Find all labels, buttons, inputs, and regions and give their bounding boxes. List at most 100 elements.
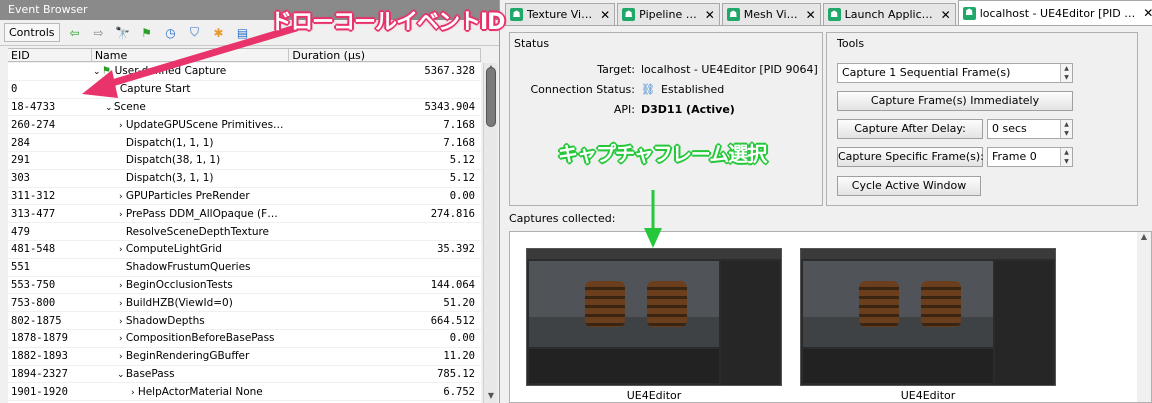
filter-icon[interactable]: ⛉	[186, 25, 204, 41]
row-name-text: BasePass	[125, 367, 175, 380]
export-icon[interactable]: ▤	[234, 25, 252, 41]
row-name: Dispatch(38, 1, 1)	[92, 154, 290, 166]
row-name-text: BeginRenderingGBuffer	[125, 350, 250, 363]
capture-mode-select[interactable]: Capture 1 Sequential Frame(s) ▲ ▼	[837, 63, 1073, 83]
expand-icon[interactable]: ›	[116, 317, 126, 327]
timer-icon[interactable]: ◷	[162, 25, 180, 41]
row-name-text: Dispatch(3, 1, 1)	[125, 172, 214, 185]
row-name: › BuildHZB(ViewId=0)	[92, 297, 290, 309]
table-row[interactable]: 284 Dispatch(1, 1, 1) 7.168	[8, 134, 481, 152]
capture-after-delay-button[interactable]: Capture After Delay:	[837, 119, 983, 139]
row-name: › PrePass DDM_AllOpaque (F…	[92, 208, 290, 220]
tab-label: Launch Applic…	[844, 8, 933, 21]
table-row[interactable]: 479 ResolveSceneDepthTexture	[8, 223, 481, 241]
renderdoc-tab-icon: ☗	[726, 8, 740, 21]
table-row[interactable]: 753-800 › BuildHZB(ViewId=0) 51.20	[8, 294, 481, 313]
table-row[interactable]: ⌄⚑ User-defined Capture 5367.328	[8, 63, 481, 81]
spin-icon[interactable]: ▲ ▼	[1060, 64, 1072, 82]
capture-immediately-button[interactable]: Capture Frame(s) Immediately	[837, 91, 1073, 111]
row-name-text: Capture Start	[119, 83, 191, 96]
frame-value: Frame 0	[992, 150, 1037, 163]
table-row[interactable]: 260-274 › UpdateGPUScene Primitives… 7.168	[8, 116, 481, 135]
expand-icon[interactable]: ›	[116, 121, 126, 131]
expand-icon[interactable]: ›	[116, 245, 126, 255]
row-duration: 35.392	[437, 243, 475, 256]
row-eid: 1894-2327	[11, 367, 68, 380]
captures-scrollbar[interactable]: ▲	[1137, 232, 1151, 402]
expand-icon[interactable]: ›	[116, 281, 126, 291]
row-name: › BeginRenderingGBuffer	[92, 350, 290, 362]
captures-collected-label: Captures collected:	[509, 212, 616, 225]
event-scrollbar[interactable]: ▲ ▼	[483, 63, 497, 403]
close-icon[interactable]: ✕	[806, 8, 816, 22]
table-row[interactable]: 291 Dispatch(38, 1, 1) 5.12	[8, 152, 481, 170]
expand-icon[interactable]: ⌄	[92, 67, 102, 77]
table-row[interactable]: 303 Dispatch(3, 1, 1) 5.12	[8, 170, 481, 188]
tab-4[interactable]: ☗ localhost - UE4Editor [PID … ✕	[957, 0, 1152, 25]
table-row[interactable]: 311-312 › GPUParticles PreRender 0.00	[8, 188, 481, 206]
row-name: › ShadowDepths	[92, 315, 290, 327]
bookmark-flag-icon[interactable]: ⚑	[138, 25, 156, 41]
scroll-up-icon[interactable]: ▲	[1137, 232, 1151, 241]
row-eid: 291	[11, 154, 30, 167]
capture-specific-frame-button[interactable]: Capture Specific Frame(s):	[837, 147, 984, 167]
column-eid[interactable]: EID	[8, 49, 92, 62]
flag-icon: ⚑	[101, 65, 112, 78]
arrow-right-icon[interactable]: ⇨	[90, 25, 108, 41]
tab-3[interactable]: ☗ Launch Applic… ✕	[822, 3, 956, 25]
column-duration[interactable]: Duration (µs)	[289, 49, 481, 62]
expand-icon[interactable]: ›	[116, 299, 126, 309]
scrollbar-thumb[interactable]	[486, 67, 496, 127]
table-row[interactable]: 551 ShadowFrustumQueries	[8, 259, 481, 277]
cycle-active-window-button[interactable]: Cycle Active Window	[837, 176, 981, 196]
table-row[interactable]: 313-477 › PrePass DDM_AllOpaque (F… 274.816	[8, 205, 481, 224]
table-row[interactable]: 1894-2327 ⌄BasePass 785.12	[8, 366, 481, 384]
table-row[interactable]: 1901-1920 › HelpActorMaterial None 6.752	[8, 383, 481, 402]
expand-icon[interactable]: ›	[116, 334, 126, 344]
event-table-body: ⌄⚑ User-defined Capture 5367.328 0 Capture …	[8, 63, 481, 403]
table-row[interactable]: 481-548 › ComputeLightGrid 35.392	[8, 241, 481, 259]
table-row[interactable]: 18-4733 ⌄Scene 5343.904	[8, 99, 481, 117]
delay-input[interactable]: 0 secs ▲ ▼	[987, 119, 1073, 139]
tab-1[interactable]: ☗ Pipeline … ✕	[617, 3, 720, 25]
expand-icon[interactable]: ›	[116, 210, 126, 220]
expand-icon[interactable]: ⌄	[116, 370, 126, 380]
row-name-text: ShadowDepths	[125, 314, 205, 327]
table-row[interactable]: 1878-1879 › CompositionBeforeBasePass 0.00	[8, 330, 481, 348]
expand-icon[interactable]: ›	[128, 388, 138, 398]
row-duration: 0.00	[449, 189, 475, 202]
row-name-text: User-defined Capture	[114, 65, 227, 78]
close-icon[interactable]: ✕	[941, 8, 951, 22]
expand-icon[interactable]: ›	[116, 192, 126, 202]
row-eid: 260-274	[11, 118, 56, 131]
expand-icon[interactable]: ›	[116, 352, 126, 362]
table-row[interactable]: 0 Capture Start	[8, 81, 481, 99]
row-name-text: UpdateGPUScene Primitives…	[125, 118, 284, 131]
table-row[interactable]: 553-750 › BeginOcclusionTests 144.064	[8, 277, 481, 295]
spin-icon[interactable]: ▲ ▼	[1060, 148, 1072, 166]
column-name[interactable]: Name	[92, 49, 290, 62]
target-label: Target:	[597, 63, 635, 76]
tab-2[interactable]: ☗ Mesh Vi… ✕	[721, 3, 821, 25]
scroll-down-icon[interactable]: ▼	[484, 391, 498, 403]
row-name: ResolveSceneDepthTexture	[92, 226, 290, 238]
renderdoc-tab-icon: ☗	[510, 8, 523, 21]
row-duration: 6.752	[443, 385, 475, 398]
row-eid: 313-477	[11, 207, 56, 220]
expand-icon[interactable]: ⌄	[104, 103, 114, 113]
close-icon[interactable]: ✕	[705, 8, 715, 22]
frame-input[interactable]: Frame 0 ▲ ▼	[987, 147, 1073, 167]
row-duration: 785.12	[437, 367, 475, 380]
spin-icon[interactable]: ▲ ▼	[1060, 120, 1072, 138]
settings-icon[interactable]: ✱	[210, 25, 228, 41]
tab-0[interactable]: ☗ Texture Vi… ✕	[505, 3, 616, 25]
arrow-left-icon[interactable]: ⇦	[66, 25, 84, 41]
row-name: ⌄Scene	[92, 101, 290, 113]
close-icon[interactable]: ✕	[1143, 6, 1152, 20]
capture-thumbnail[interactable]	[526, 248, 782, 386]
find-icon[interactable]: 🔭	[114, 25, 132, 41]
table-row[interactable]: 1882-1893 › BeginRenderingGBuffer 11.20	[8, 348, 481, 366]
close-icon[interactable]: ✕	[600, 8, 610, 22]
table-row[interactable]: 802-1875 › ShadowDepths 664.512	[8, 312, 481, 330]
capture-thumbnail[interactable]	[800, 248, 1056, 386]
